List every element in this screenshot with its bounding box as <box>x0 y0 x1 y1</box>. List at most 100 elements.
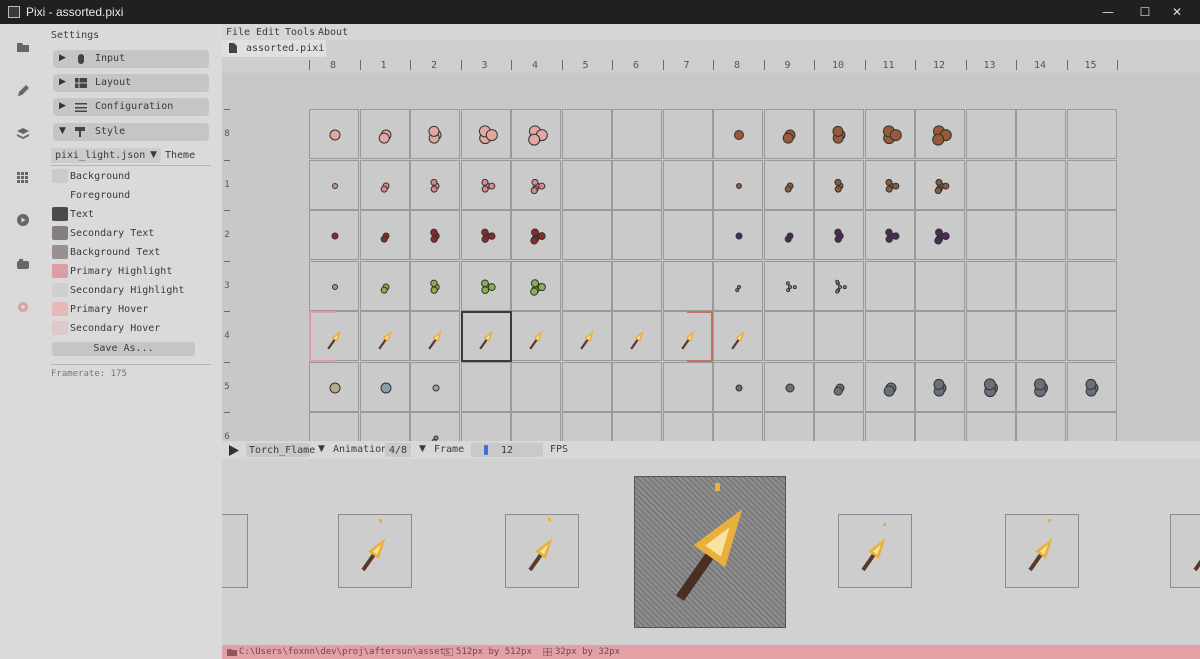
grid-cell[interactable] <box>864 159 915 210</box>
grid-cell[interactable] <box>1016 159 1066 210</box>
frame-preview[interactable] <box>1170 514 1200 588</box>
grid-cell[interactable] <box>864 109 915 159</box>
color-swatch-secondary-highlight[interactable] <box>52 283 68 297</box>
current-frame-preview[interactable] <box>634 476 786 628</box>
grid-cell[interactable] <box>612 210 662 260</box>
grid-cell[interactable] <box>460 210 511 260</box>
palette-box-icon[interactable] <box>13 254 33 274</box>
menu-file[interactable]: File <box>226 27 250 38</box>
grid-cell[interactable] <box>662 159 713 210</box>
section-input[interactable]: ▶ Input <box>53 50 209 68</box>
grid-cell[interactable] <box>763 210 814 260</box>
layers-icon[interactable] <box>13 124 33 144</box>
grid-cell[interactable] <box>511 412 561 441</box>
grid-cell[interactable] <box>460 109 511 159</box>
grid-cell[interactable] <box>662 412 713 441</box>
grid-cell[interactable] <box>309 159 359 210</box>
grid-cell[interactable] <box>561 412 612 441</box>
grid-cell[interactable] <box>1016 361 1066 412</box>
grid-cell[interactable] <box>612 361 662 412</box>
grid-cell[interactable] <box>662 210 713 260</box>
grid-cell[interactable] <box>612 412 662 441</box>
grid-cell[interactable] <box>561 361 612 412</box>
menu-about[interactable]: About <box>318 27 348 38</box>
grid-cell[interactable] <box>713 412 763 441</box>
grid-cell[interactable] <box>561 159 612 210</box>
grid-cell[interactable] <box>915 109 965 159</box>
grid-cell[interactable] <box>1016 260 1066 311</box>
grid-cell[interactable] <box>662 260 713 311</box>
chevron-down-icon[interactable]: ▼ <box>318 444 325 454</box>
grid-cell[interactable] <box>915 311 965 361</box>
grid-cell[interactable] <box>1066 109 1117 159</box>
grid-cell[interactable] <box>309 361 359 412</box>
tab-assorted[interactable]: assorted.pixi <box>222 40 326 57</box>
grid-cell[interactable] <box>763 159 814 210</box>
grid-cell[interactable] <box>511 311 561 361</box>
grid-cell[interactable] <box>713 210 763 260</box>
grid-cell[interactable] <box>410 109 460 159</box>
grid-cell[interactable] <box>662 361 713 412</box>
frame-preview[interactable] <box>222 514 248 588</box>
grid-cell[interactable] <box>713 159 763 210</box>
grid-cell[interactable] <box>1066 412 1117 441</box>
pencil-icon[interactable] <box>13 81 33 101</box>
canvas-area[interactable]: 8 1 2 3 4 5 6 7 8 9 10 11 12 13 14 15 8123456 <box>222 57 1200 441</box>
grid-cell[interactable] <box>763 109 814 159</box>
grid-cell[interactable] <box>612 159 662 210</box>
grid-cell[interactable] <box>965 109 1016 159</box>
grid-cell[interactable] <box>410 260 460 311</box>
color-swatch-background[interactable] <box>52 169 68 183</box>
play-icon[interactable] <box>13 210 33 230</box>
grid-cell[interactable] <box>460 412 511 441</box>
grid-cell[interactable] <box>864 260 915 311</box>
grid-cell[interactable] <box>1066 210 1117 260</box>
grid-cell[interactable] <box>561 210 612 260</box>
grid-icon[interactable] <box>13 167 33 187</box>
grid-cell[interactable] <box>1016 412 1066 441</box>
grid-cell[interactable] <box>864 210 915 260</box>
grid-cell[interactable] <box>864 311 915 361</box>
grid-cell[interactable] <box>410 311 460 361</box>
grid-cell[interactable] <box>460 260 511 311</box>
grid-cell[interactable] <box>864 412 915 441</box>
grid-cell[interactable] <box>511 260 561 311</box>
grid-cell[interactable] <box>965 412 1016 441</box>
grid-cell[interactable] <box>814 361 864 412</box>
grid-cell[interactable] <box>763 260 814 311</box>
grid-cell[interactable] <box>814 260 864 311</box>
grid-cell[interactable] <box>713 311 763 361</box>
grid-cell[interactable] <box>1016 311 1066 361</box>
grid-cell[interactable] <box>763 412 814 441</box>
grid-cell[interactable] <box>410 412 460 441</box>
grid-cell[interactable] <box>612 109 662 159</box>
grid-cell[interactable] <box>662 109 713 159</box>
color-swatch-text[interactable] <box>52 207 68 221</box>
grid-cell[interactable] <box>359 412 410 441</box>
color-swatch-secondary-hover[interactable] <box>52 321 68 335</box>
save-as-button[interactable]: Save As... <box>52 342 195 356</box>
grid-cell[interactable] <box>1066 361 1117 412</box>
grid-cell[interactable] <box>460 159 511 210</box>
grid-cell[interactable] <box>561 260 612 311</box>
grid-cell[interactable] <box>410 210 460 260</box>
grid-cell[interactable] <box>410 159 460 210</box>
close-button[interactable]: ✕ <box>1154 0 1200 24</box>
grid-cell[interactable] <box>359 260 410 311</box>
frame-preview[interactable] <box>838 514 912 588</box>
grid-cell[interactable] <box>713 361 763 412</box>
grid-cell[interactable] <box>713 109 763 159</box>
grid-cell[interactable] <box>915 260 965 311</box>
grid-cell[interactable] <box>814 210 864 260</box>
grid-cell[interactable] <box>915 159 965 210</box>
grid-cell[interactable] <box>511 361 561 412</box>
grid-cell[interactable] <box>965 311 1016 361</box>
grid-cell[interactable] <box>965 210 1016 260</box>
grid-cell[interactable] <box>511 210 561 260</box>
color-swatch-secondary-text[interactable] <box>52 226 68 240</box>
menu-tools[interactable]: Tools <box>285 27 315 38</box>
grid-cell[interactable] <box>561 311 612 361</box>
grid-cell[interactable] <box>814 311 864 361</box>
grid-cell[interactable] <box>814 159 864 210</box>
color-swatch-background-text[interactable] <box>52 245 68 259</box>
